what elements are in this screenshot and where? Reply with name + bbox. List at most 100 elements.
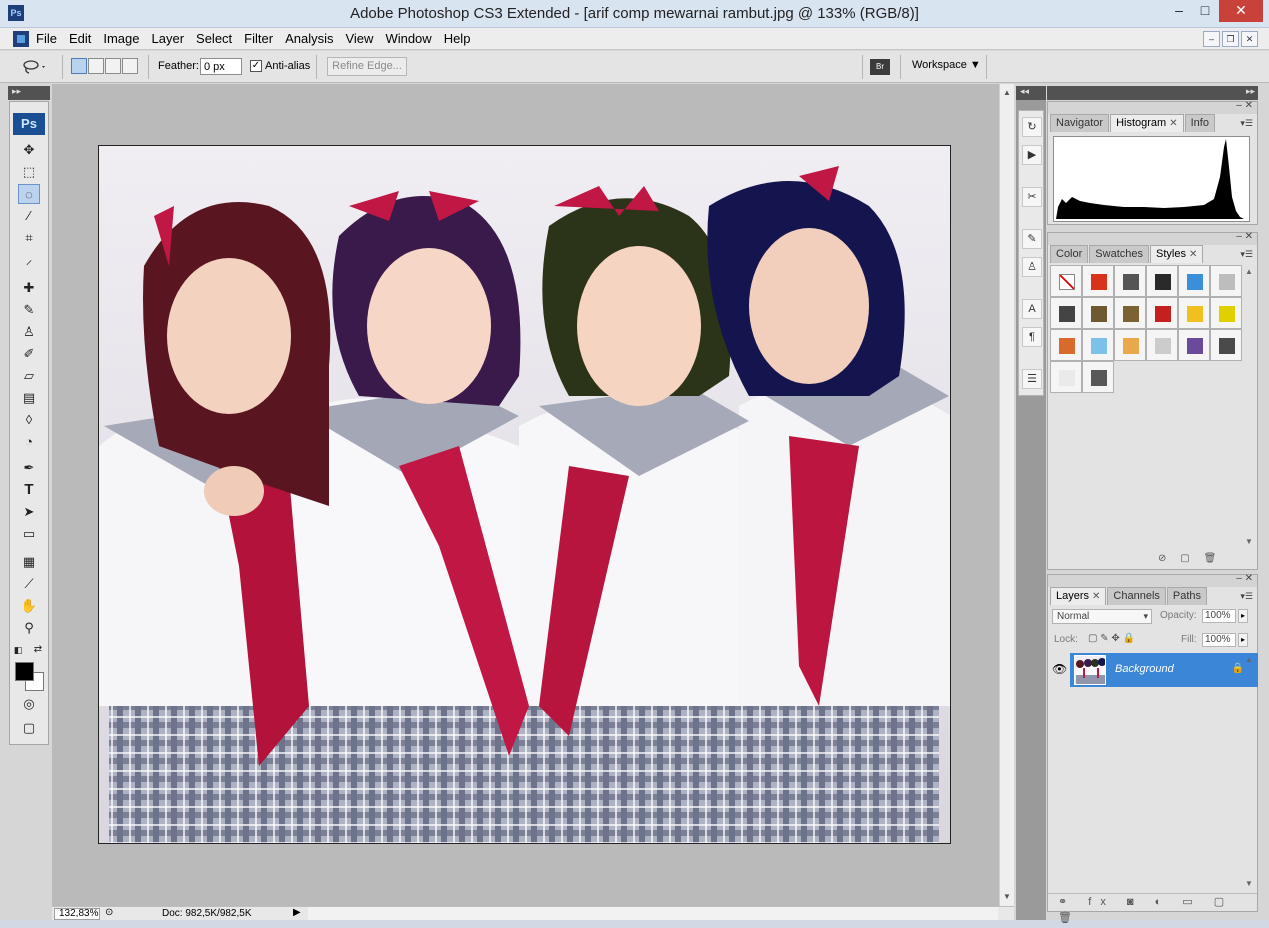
vertical-scrollbar[interactable]: ▲ ▼: [999, 84, 1014, 906]
screen-mode-icon[interactable]: ▢: [18, 718, 40, 738]
paragraph-panel-icon[interactable]: ¶: [1022, 327, 1042, 347]
close-window-button[interactable]: ✕: [1219, 0, 1263, 22]
layer-visibility-eye-icon[interactable]: 👁: [1052, 662, 1067, 676]
menu-analysis[interactable]: Analysis: [279, 31, 339, 47]
document-close-button[interactable]: ✕: [1241, 31, 1258, 47]
tab-color[interactable]: Color: [1050, 245, 1089, 263]
layer-comps-panel-icon[interactable]: ☰: [1022, 369, 1042, 389]
tab-channels[interactable]: Channels: [1107, 587, 1166, 605]
tab-histogram[interactable]: Histogram ✕: [1110, 114, 1184, 132]
style-swatch[interactable]: [1114, 297, 1146, 329]
brushes-panel-icon[interactable]: ✎: [1022, 229, 1042, 249]
opacity-slider-arrow-icon[interactable]: ▸: [1238, 609, 1248, 623]
layers-scroll-up-icon[interactable]: ▲: [1245, 655, 1255, 664]
clone-source-panel-icon[interactable]: ♙: [1022, 257, 1042, 277]
tool-presets-panel-icon[interactable]: ✂: [1022, 187, 1042, 207]
pen-tool-icon[interactable]: ✒: [18, 458, 40, 478]
dock-collapse-right-icon[interactable]: ▸▸: [1246, 86, 1255, 97]
menu-filter[interactable]: Filter: [238, 31, 279, 47]
zoom-tool-icon[interactable]: ⚲: [18, 618, 40, 638]
actions-panel-icon[interactable]: ▶: [1022, 145, 1042, 165]
toolbox-header[interactable]: ▸▸: [8, 86, 50, 100]
style-swatch[interactable]: [1146, 265, 1178, 297]
dodge-tool-icon[interactable]: ◔: [18, 432, 40, 452]
marquee-tool-icon[interactable]: ⬚: [18, 162, 40, 182]
shape-tool-icon[interactable]: ▭: [18, 524, 40, 544]
panel-dock-header[interactable]: ◂◂ ▸▸: [1020, 86, 1258, 100]
style-swatch[interactable]: [1210, 329, 1242, 361]
layer-row-background[interactable]: Background 🔒: [1070, 653, 1258, 687]
layers-scroll-down-icon[interactable]: ▼: [1245, 879, 1255, 888]
toolbox-collapse-icon[interactable]: ▸▸: [12, 86, 21, 97]
fill-slider-arrow-icon[interactable]: ▸: [1238, 633, 1248, 647]
panel-menu-icon[interactable]: ▾☰: [1240, 249, 1253, 260]
panel-group-header[interactable]: – ✕: [1048, 231, 1257, 245]
zoom-level-field[interactable]: 132,83%: [54, 908, 100, 920]
style-swatch[interactable]: [1082, 361, 1114, 393]
menu-view[interactable]: View: [339, 31, 379, 47]
brush-tool-icon[interactable]: ✎: [18, 300, 40, 320]
status-options-icon[interactable]: ⊙: [105, 907, 113, 918]
refine-edge-button[interactable]: Refine Edge...: [327, 57, 407, 76]
layers-footer-buttons[interactable]: ⚭ fx ◙ ◐ ▭ ▢ 🗑: [1048, 893, 1257, 924]
foreground-color-swatch[interactable]: [15, 662, 34, 681]
add-to-selection-mode-button[interactable]: [88, 58, 104, 74]
layer-name[interactable]: Background: [1115, 663, 1174, 675]
menu-select[interactable]: Select: [190, 31, 238, 47]
style-swatch[interactable]: [1082, 265, 1114, 297]
menu-file[interactable]: File: [30, 31, 63, 47]
move-tool-icon[interactable]: ✥: [18, 140, 40, 160]
scroll-up-arrow-icon[interactable]: ▲: [1003, 88, 1011, 97]
style-swatch[interactable]: [1050, 361, 1082, 393]
panel-menu-icon[interactable]: ▾☰: [1240, 118, 1253, 129]
hand-tool-icon[interactable]: ✋: [18, 596, 40, 616]
panel-group-header[interactable]: – ✕: [1048, 573, 1257, 587]
character-panel-icon[interactable]: A: [1022, 299, 1042, 319]
fill-field[interactable]: 100%: [1202, 633, 1236, 647]
menu-image[interactable]: Image: [97, 31, 145, 47]
magic-wand-tool-icon[interactable]: ⁄: [18, 206, 40, 226]
document-minimize-button[interactable]: –: [1203, 31, 1220, 47]
anti-alias-checkbox[interactable]: ✓: [250, 60, 262, 72]
menu-edit[interactable]: Edit: [63, 31, 97, 47]
dock-collapse-left-icon[interactable]: ◂◂: [1020, 86, 1029, 97]
intersect-selection-mode-button[interactable]: [122, 58, 138, 74]
style-swatch[interactable]: [1178, 329, 1210, 361]
style-swatch[interactable]: [1210, 297, 1242, 329]
feather-input[interactable]: [200, 58, 242, 75]
style-swatch[interactable]: [1050, 265, 1082, 297]
menu-layer[interactable]: Layer: [146, 31, 191, 47]
eraser-tool-icon[interactable]: ▱: [18, 366, 40, 386]
tab-paths[interactable]: Paths: [1166, 587, 1208, 605]
style-swatch[interactable]: [1146, 297, 1178, 329]
clone-stamp-tool-icon[interactable]: ♙: [18, 322, 40, 342]
lock-options-icons[interactable]: ▢ ✎ ✥ 🔒: [1088, 633, 1135, 644]
slice-tool-icon[interactable]: ⸝: [18, 250, 40, 270]
style-swatch[interactable]: [1050, 297, 1082, 329]
subtract-from-selection-mode-button[interactable]: [105, 58, 121, 74]
styles-footer-icons[interactable]: ⊘ ▢ 🗑: [1158, 553, 1216, 564]
style-swatch[interactable]: [1050, 329, 1082, 361]
style-swatch[interactable]: [1082, 329, 1114, 361]
style-swatch[interactable]: [1146, 329, 1178, 361]
panel-close-icon[interactable]: – ✕: [1236, 100, 1253, 111]
styles-scroll-up-icon[interactable]: ▲: [1245, 267, 1255, 276]
panel-close-icon[interactable]: – ✕: [1236, 573, 1253, 584]
style-swatch[interactable]: [1114, 329, 1146, 361]
new-selection-mode-button[interactable]: [71, 58, 87, 74]
maximize-window-button[interactable]: □: [1192, 0, 1218, 22]
path-selection-tool-icon[interactable]: ➤: [18, 502, 40, 522]
document-restore-button[interactable]: ❐: [1222, 31, 1239, 47]
lasso-preset-picker-icon[interactable]: [22, 59, 48, 78]
tab-styles[interactable]: Styles ✕: [1150, 245, 1204, 263]
document-icon[interactable]: [13, 31, 29, 47]
style-swatch[interactable]: [1210, 265, 1242, 297]
tab-close-icon[interactable]: ✕: [1189, 249, 1197, 260]
status-menu-arrow-icon[interactable]: ▶: [293, 907, 301, 918]
tab-close-icon[interactable]: ✕: [1092, 591, 1100, 602]
panel-menu-icon[interactable]: ▾☰: [1240, 591, 1253, 602]
quick-mask-mode-icon[interactable]: ◎: [18, 694, 40, 714]
panel-close-icon[interactable]: – ✕: [1236, 231, 1253, 242]
blur-tool-icon[interactable]: ◊: [18, 410, 40, 430]
blend-mode-select[interactable]: Normal: [1052, 609, 1152, 624]
